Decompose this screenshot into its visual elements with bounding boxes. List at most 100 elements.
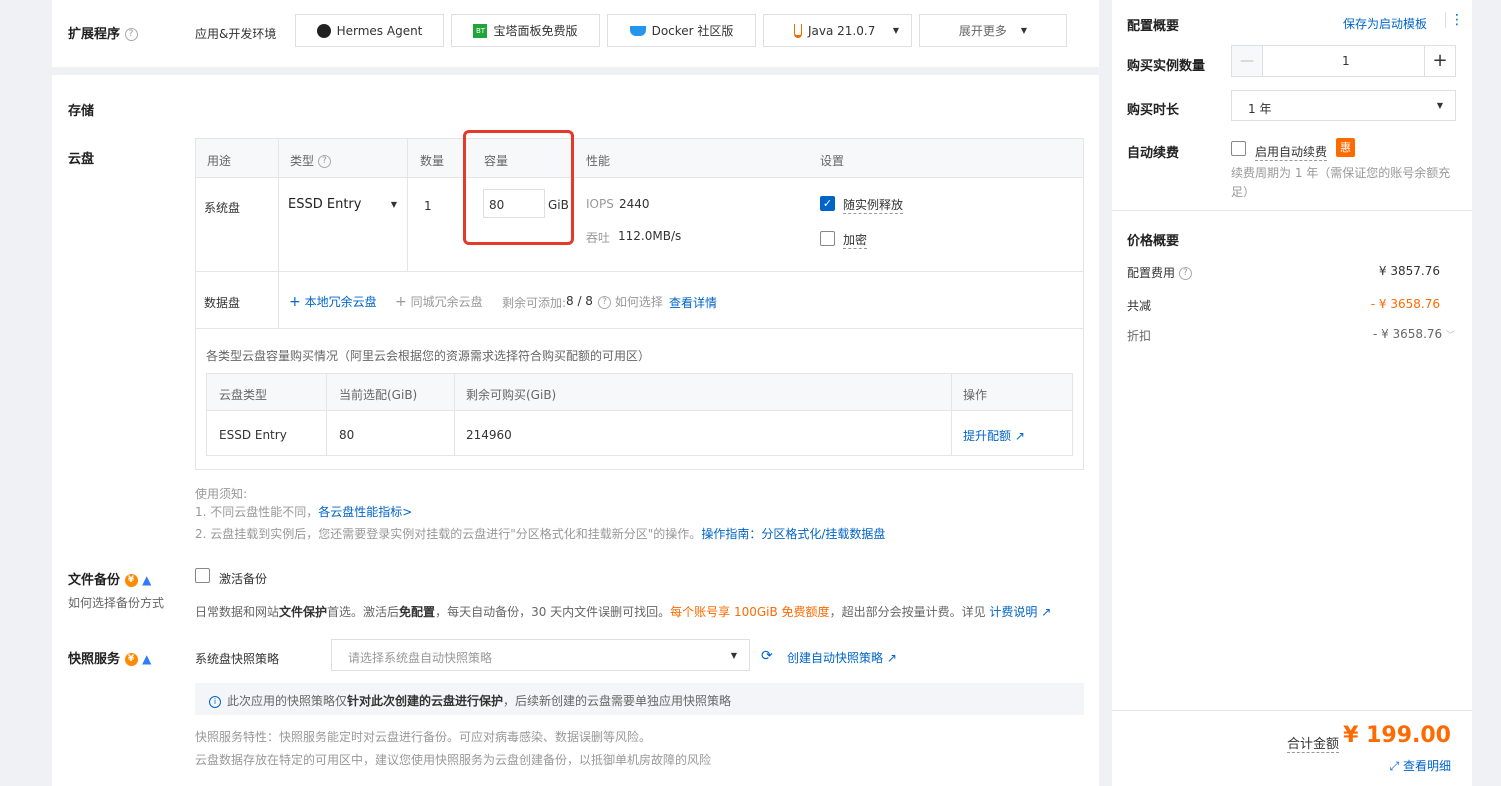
data-disk-label: 数据盘 (204, 296, 241, 310)
total-label: 合计金额 (1287, 733, 1340, 753)
create-snapshot-label: 创建自动快照策略 (787, 651, 884, 665)
encrypt-checkbox[interactable] (820, 231, 835, 246)
notes-line-1: 1. 不同云盘性能不同，各云盘性能指标> (195, 503, 412, 520)
qty-label: 购买实例数量 (1127, 59, 1206, 74)
desc-text: 免配置 (399, 605, 436, 619)
expand-more-label: 展开更多 (958, 24, 1007, 38)
discount-label: 折扣 (1127, 329, 1152, 343)
notes-title: 使用须知: (195, 487, 248, 501)
throughput-label: 吞吐 (586, 231, 611, 245)
expand-more-button[interactable]: 展开更多 ▼ (919, 14, 1067, 47)
desc-text: 文件保护 (279, 605, 328, 619)
app-bt-panel-button[interactable]: BT 宝塔面板免费版 (451, 14, 600, 47)
remaining-label: 剩余可添加: (502, 296, 567, 310)
discount-value: - ¥ 3658.76 (1372, 327, 1443, 341)
iops-label: IOPS (586, 197, 614, 211)
system-disk-label: 系统盘 (204, 201, 241, 215)
minus-icon[interactable]: — (1232, 46, 1263, 76)
autorenew-note: 续费周期为 1 年（需保证您的账号余额充足） (1231, 166, 1451, 199)
capacity-highlight-box (463, 130, 574, 245)
config-summary-title: 配置概要 (1127, 19, 1180, 34)
desc-text: ，超出部分会按量计费。详见 (829, 605, 986, 619)
desc-text: 首选。激活后 (327, 605, 400, 619)
how-to-choose[interactable]: ? 如何选择 (598, 293, 663, 310)
disk-type-select[interactable]: ESSD Entry ▼ (288, 197, 400, 215)
qty-stepper[interactable]: — 1 + (1231, 45, 1456, 77)
snapshot-info-banner: i 此次应用的快照策略仅针对此次创建的云盘进行保护，后续新创建的云盘需要单独应用快… (195, 683, 1084, 715)
discount-badge: 惠 (1336, 138, 1355, 157)
coin-icon: ¥ (124, 574, 138, 587)
chevron-down-icon: ▼ (892, 26, 899, 35)
coin-icon: ¥ (124, 653, 138, 666)
duration-label: 购买时长 (1127, 103, 1180, 118)
quota-row-remaining: 214960 (466, 428, 512, 442)
quota-col-remaining: 剩余可购买(GiB) (466, 388, 557, 402)
refresh-icon[interactable]: ⟳ (761, 648, 773, 664)
backup-method-link[interactable]: 如何选择备份方式 (68, 594, 164, 611)
iops-value: 2440 (619, 197, 650, 211)
plus-icon: + (289, 294, 301, 310)
snapshot-policy-label: 系统盘快照策略 (195, 652, 280, 666)
add-local-redundant-disk-link[interactable]: + 本地冗余云盘 (289, 293, 377, 310)
snapshot-title: 快照服务 ¥ ▲ (68, 648, 151, 667)
snapshot-policy-select[interactable]: 请选择系统盘自动快照策略 ▼ (331, 639, 750, 671)
snapshot-title-text: 快照服务 (68, 652, 121, 667)
notes-line-1-text: 1. 不同云盘性能不同， (195, 505, 319, 519)
autorenew-label: 自动续费 (1127, 146, 1180, 161)
backup-description: 日常数据和网站文件保护首选。激活后免配置，每天自动备份，30 天内文件误删可找回… (195, 603, 1051, 620)
format-guide-link[interactable]: 操作指南：分区格式化/挂载数据盘 (701, 527, 885, 541)
app-env-label: 应用&开发环境 (195, 27, 277, 41)
app-hermes-agent-button[interactable]: Hermes Agent (295, 14, 444, 47)
add-zone-label: 同城冗余云盘 (410, 295, 483, 309)
thumb-up-icon: ▲ (142, 652, 152, 666)
encrypt-label: 加密 (843, 233, 868, 249)
java-icon (794, 23, 802, 38)
col-usage: 用途 (207, 154, 232, 168)
qty-value: 1 (1342, 54, 1350, 68)
discount-row[interactable]: - ¥ 3658.76 ﹀ (1373, 327, 1455, 341)
raise-quota-label: 提升配额 (963, 429, 1012, 443)
app-label: Java 21.0.7 (808, 23, 876, 38)
quota-row-current: 80 (339, 428, 355, 442)
activate-backup-checkbox[interactable] (195, 568, 210, 583)
create-snapshot-policy-link[interactable]: 创建自动快照策略 ↗ (787, 649, 897, 666)
info-text: ，后续新创建的云盘需要单独应用快照策略 (503, 694, 732, 708)
remaining-value: 8 / 8 (566, 294, 593, 308)
billing-info-link[interactable]: 计费说明 ↗ (989, 605, 1051, 619)
app-docker-button[interactable]: Docker 社区版 (607, 14, 756, 47)
save-template-link[interactable]: 保存为启动模板 (1343, 15, 1427, 32)
external-link-icon: ↗ (1041, 605, 1052, 619)
reduce-value: - ¥ 3658.76 (1370, 297, 1440, 311)
view-details-link[interactable]: 查看详情 (669, 294, 717, 311)
help-icon: ? (598, 296, 611, 309)
how-choose-label: 如何选择 (614, 295, 663, 309)
duration-select[interactable]: 1 年 ▼ (1231, 90, 1456, 121)
disk-performance-link[interactable]: 各云盘性能指标> (318, 505, 412, 519)
quota-col-action: 操作 (963, 388, 988, 402)
more-options-icon[interactable]: ⋮ (1445, 12, 1464, 28)
disk-count: 1 (424, 199, 432, 213)
app-java-select[interactable]: Java 21.0.7 ▼ (763, 14, 912, 47)
chevron-down-icon: ▼ (1436, 101, 1443, 110)
raise-quota-link[interactable]: 提升配额 ↗ (963, 427, 1025, 444)
autorenew-checkbox[interactable] (1231, 141, 1246, 156)
quota-caption: 各类型云盘容量购买情况（阿里云会根据您的资源需求选择符合购买配额的可用区） (206, 349, 651, 363)
release-with-instance-checkbox[interactable]: ✓ (820, 196, 835, 211)
app-label: 宝塔面板免费版 (493, 24, 578, 38)
plus-icon[interactable]: + (1424, 46, 1455, 76)
help-icon[interactable]: ? (317, 155, 331, 168)
col-type-text: 类型 (290, 154, 315, 168)
external-link-icon: ↗ (1014, 429, 1025, 443)
disk-type-value: ESSD Entry (288, 197, 362, 212)
col-performance: 性能 (586, 154, 611, 168)
free-quota-text: 每个账号享 100GiB 免费额度 (670, 605, 830, 619)
chevron-down-icon: ▼ (1020, 26, 1028, 35)
help-icon[interactable]: ? (124, 28, 138, 41)
quota-row-type: ESSD Entry (219, 428, 287, 442)
app-label: Hermes Agent (336, 23, 423, 38)
help-icon[interactable]: ? (1178, 267, 1192, 280)
reduce-label: 共减 (1127, 299, 1152, 313)
thumb-up-icon: ▲ (142, 573, 152, 587)
add-zone-redundant-disk-link[interactable]: + 同城冗余云盘 (395, 293, 483, 310)
view-detail-link[interactable]: ⤢ 查看明细 (1390, 757, 1451, 774)
